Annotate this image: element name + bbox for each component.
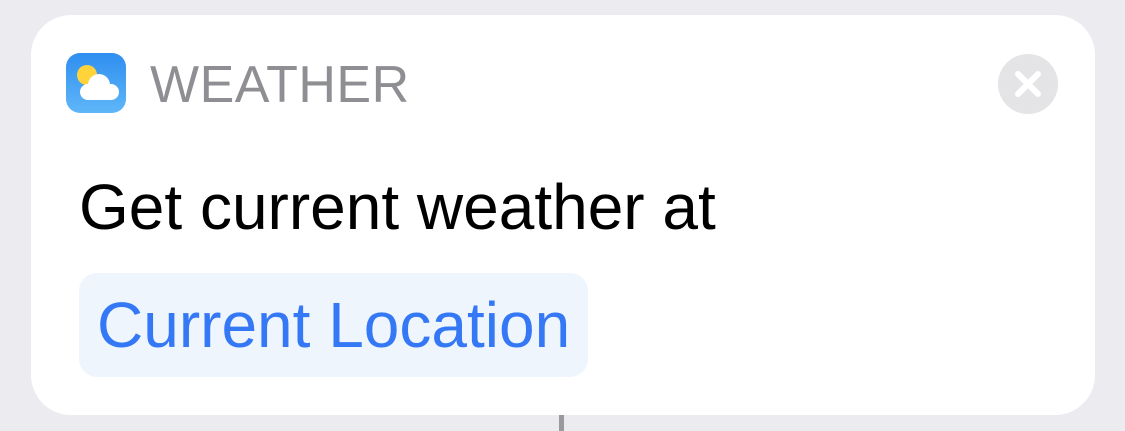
- weather-icon: [66, 53, 126, 113]
- remove-action-button[interactable]: [998, 54, 1058, 114]
- action-description: Get current weather at: [79, 171, 716, 243]
- weather-action-card[interactable]: WEATHER Get current weather at Current L…: [31, 15, 1095, 415]
- sun-cloud-glyph: [77, 65, 119, 100]
- location-parameter-token[interactable]: Current Location: [79, 273, 589, 377]
- close-icon: [1015, 71, 1041, 97]
- app-name-label: WEATHER: [150, 56, 410, 114]
